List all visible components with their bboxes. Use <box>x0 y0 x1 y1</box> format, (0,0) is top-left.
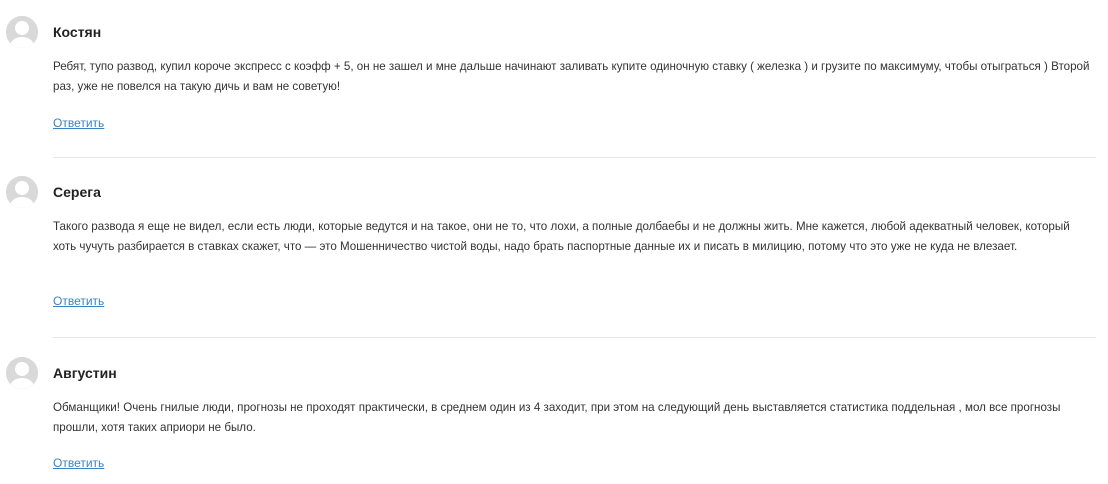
comment-text: Обманщики! Очень гнилые люди, прогнозы н… <box>53 401 1061 434</box>
comment-divider <box>53 157 1096 158</box>
comment-text: Такого развода я еще не видел, если есть… <box>53 220 1070 253</box>
comment-author: Серега <box>53 184 101 200</box>
user-avatar-icon <box>6 357 38 389</box>
comment-divider <box>53 337 1096 338</box>
user-avatar-icon <box>6 16 38 48</box>
reply-link[interactable]: Ответить <box>53 455 104 471</box>
reply-link[interactable]: Ответить <box>53 293 104 309</box>
reply-link[interactable]: Ответить <box>53 115 104 131</box>
comment-author: Костян <box>53 24 102 40</box>
comment-author: Августин <box>53 365 117 381</box>
comment-text: Ребят, тупо развод, купил короче экспрес… <box>53 60 1090 93</box>
comments-list: Костян Ребят, тупо развод, купил короче … <box>0 0 1108 484</box>
user-avatar-icon <box>6 176 38 208</box>
